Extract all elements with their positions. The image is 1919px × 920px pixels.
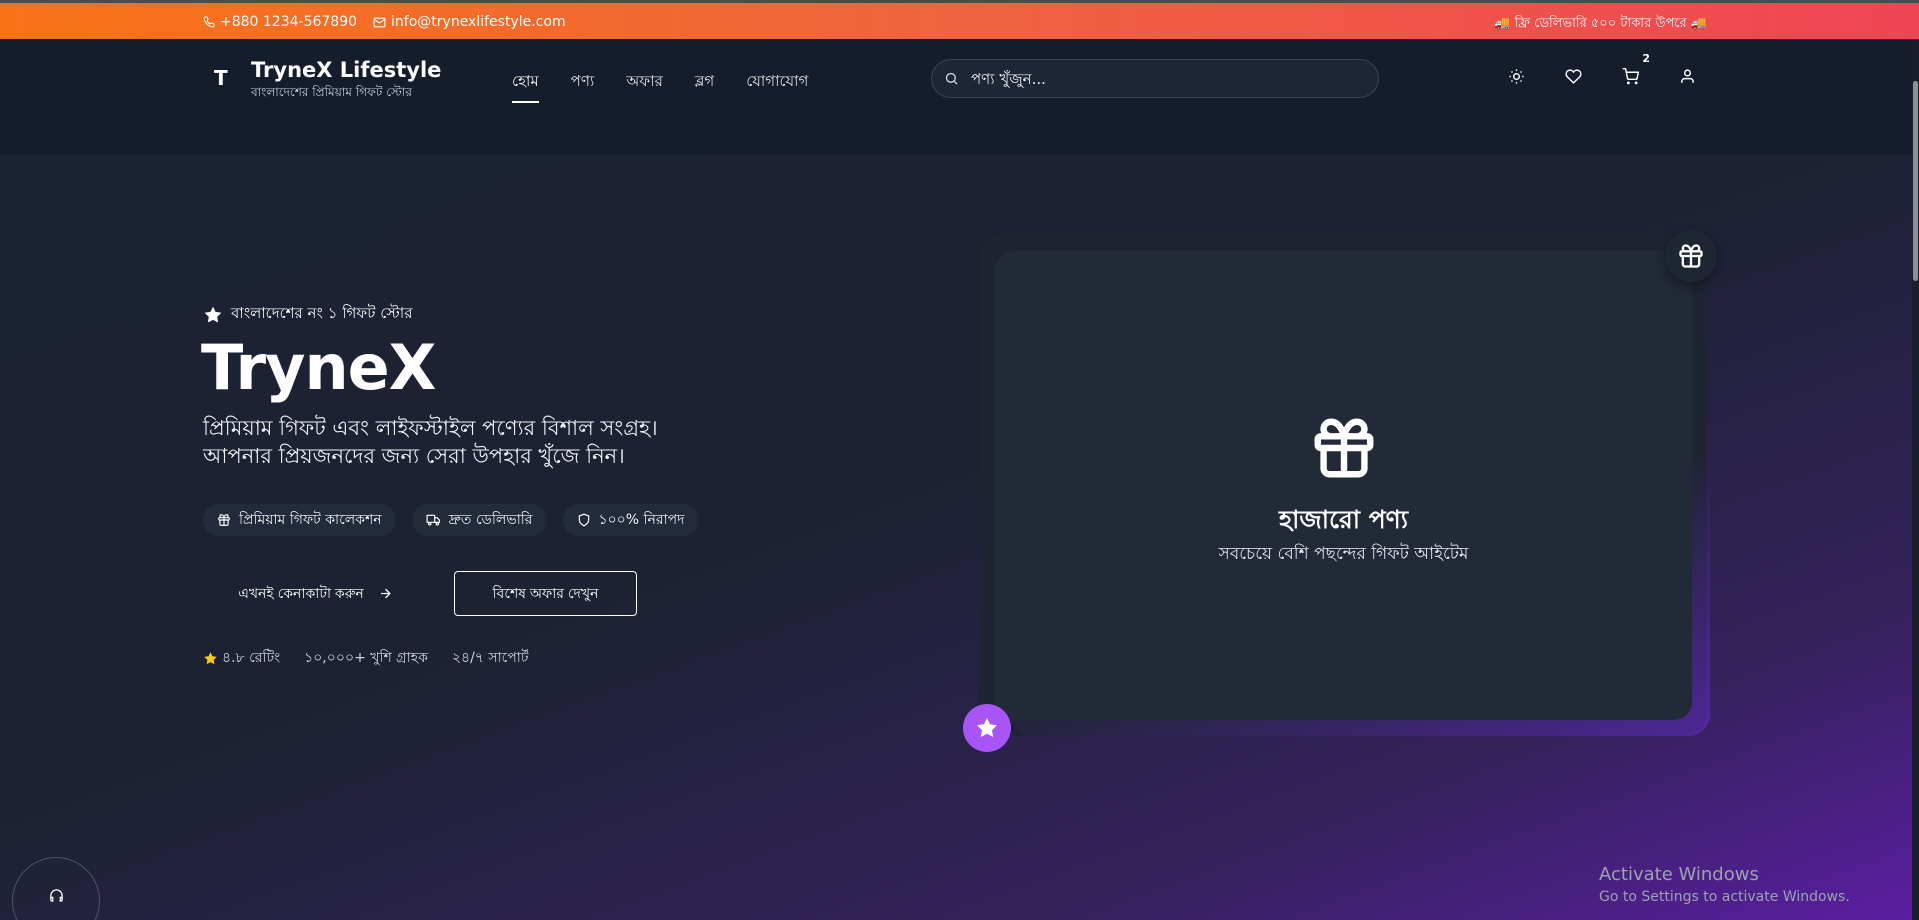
support-stat: ২৪/৭ সাপোর্ট [451,650,529,666]
rating-stat: ৪.৮ রেটিং [203,646,280,670]
nav-item-blog[interactable]: ব্লগ [695,70,714,103]
cart-count-badge: 2 [1642,52,1650,65]
search-input[interactable] [971,69,1351,88]
email-address: info@trynexlifestyle.com [391,14,566,30]
header-actions: 2 [1508,52,1697,86]
hero-description-line: প্রিমিয়াম গিফট এবং লাইফস্টাইল পণ্যের বি… [203,416,658,440]
search-icon [945,72,958,85]
nav-item-home[interactable]: হোম [512,70,539,103]
feature-chips: প্রিমিয়াম গিফট কালেকশন দ্রুত ডেলিভারি ১… [203,504,699,536]
arrow-right-icon [380,588,391,599]
theme-toggle-button[interactable] [1508,68,1526,86]
mail-icon [373,17,386,27]
sun-icon [1509,69,1524,84]
star-icon [204,306,222,322]
hero-stats: ৪.৮ রেটিং ১০,০০০+ খুশি গ্রাহক ২৪/৭ সাপোর… [203,646,528,670]
page-scrollbar[interactable] [1912,39,1919,920]
floating-gift-badge [1665,230,1717,282]
customers-stat: ১০,০০০+ খুশি গ্রাহক [304,650,428,666]
rating-text: ৪.৮ রেটিং [222,650,281,666]
wishlist-button[interactable] [1565,68,1583,86]
account-button[interactable] [1679,68,1697,86]
floating-star-badge [963,704,1011,752]
phone-number: +880 1234-567890 [220,14,358,30]
chip-secure: ১০০% নিরাপদ [562,504,699,536]
brand-subtitle: বাংলাদেশের প্রিমিয়াম গিফট স্টোর [251,85,412,99]
gift-icon [218,514,230,526]
special-offer-button[interactable]: বিশেষ অফার দেখুন [454,571,637,616]
chip-premium-collection: প্রিমিয়াম গিফট কালেকশন [203,504,396,536]
top-announcement-bar: +880 1234-567890 info@trynexlifestyle.co… [0,0,1919,39]
gift-icon [1309,413,1379,487]
scrollbar-thumb[interactable] [1913,81,1918,281]
star-icon [204,651,217,664]
hero-tagline: বাংলাদেশের নং ১ গিফট স্টোর [203,302,413,327]
email-contact[interactable]: info@trynexlifestyle.com [373,14,566,30]
shop-now-label: এখনই কেনাকাটা করুন [238,584,364,601]
phone-icon [203,16,215,28]
cart-icon [1622,68,1640,85]
main-nav: হোম পণ্য অফার ব্লগ যোগাযোগ [512,70,808,103]
hero-description-line: আপনার প্রিয়জনদের জন্য সেরা উপহার খুঁজে … [203,444,625,468]
browser-edge [0,0,1919,3]
hero-description: প্রিমিয়াম গিফট এবং লাইফস্টাইল পণ্যের বি… [203,414,763,470]
truck-icon [426,514,440,526]
showcase-card-title: হাজারো পণ্য [1278,505,1409,534]
special-offer-label: বিশেষ অফার দেখুন [492,584,599,601]
chip-label: ১০০% নিরাপদ [598,512,685,528]
chip-label: দ্রুত ডেলিভারি [448,512,533,528]
chip-label: প্রিমিয়াম গিফট কালেকশন [239,512,382,528]
heart-icon [1565,69,1582,84]
hero-title: TryneX [201,331,436,404]
star-icon [977,718,997,737]
shop-now-button[interactable]: এখনই কেনাকাটা করুন [203,572,428,615]
nav-item-offers[interactable]: অফার [626,70,663,103]
user-icon [1681,69,1694,83]
cart-button[interactable]: 2 [1622,52,1650,86]
showcase-card-subtitle: সবচেয়ে বেশি পছন্দের গিফট আইটেম [1218,544,1469,564]
headset-icon [49,889,63,902]
free-delivery-promo: 🚚 ফ্রি ডেলিভারি ৫০০ টাকার উপরে 🚚 [1494,16,1707,31]
nav-item-contact[interactable]: যোগাযোগ [746,70,808,103]
windows-activation-watermark: Activate Windows Go to Settings to activ… [1599,864,1850,905]
gift-icon [1679,244,1703,268]
brand-name[interactable]: TryneX Lifestyle [251,58,441,82]
phone-contact[interactable]: +880 1234-567890 [203,14,357,30]
watermark-subtitle: Go to Settings to activate Windows. [1599,889,1850,905]
tagline-text: বাংলাদেশের নং ১ গিফট স্টোর [231,304,413,322]
nav-item-products[interactable]: পণ্য [571,70,595,103]
chip-fast-delivery: দ্রুত ডেলিভারি [411,504,547,536]
search-bar[interactable] [931,59,1379,98]
watermark-title: Activate Windows [1599,864,1759,885]
logo-mark[interactable]: T [214,66,228,90]
shield-icon [578,513,589,527]
